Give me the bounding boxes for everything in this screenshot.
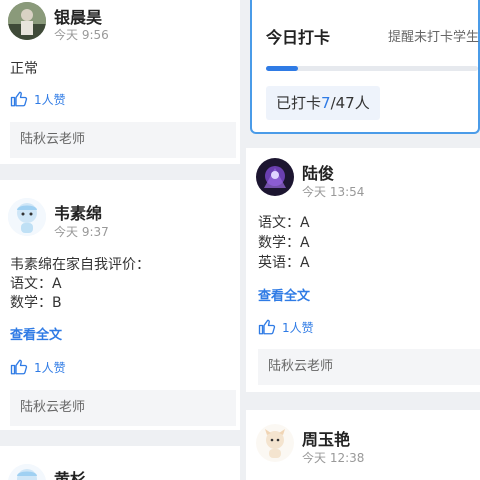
post-text-line: 数学：B [10, 295, 62, 311]
post-card: 银晨昊 今天 9:56 正常 1人赞 陆秋云老师 [0, 0, 240, 164]
reviewer-comment[interactable]: 陆秋云老师 [10, 122, 236, 158]
avatar[interactable] [8, 2, 46, 40]
post-time: 今天 9:56 [54, 28, 109, 42]
view-full-text-link[interactable]: 查看全文 [258, 285, 310, 304]
like-button[interactable]: 1人赞 [258, 318, 314, 336]
post-card: 周玉艳 今天 12:38 [246, 410, 480, 480]
thumbs-up-icon [258, 319, 276, 335]
checked-prefix: 已打卡 [276, 94, 322, 112]
post-text-line: 韦素绵在家自我评价： [10, 257, 150, 273]
checkin-panel: 今日打卡 提醒未打卡学生 已打卡7/47人 [250, 0, 480, 134]
reviewer-comment[interactable]: 陆秋云老师 [258, 349, 480, 385]
feed-right-column: 今日打卡 提醒未打卡学生 已打卡7/47人 陆俊 今天 13:54 语文：A 数… [246, 0, 480, 480]
post-author-name[interactable]: 黄杉 [54, 466, 86, 480]
like-count: 1人赞 [34, 360, 66, 375]
post-author-name[interactable]: 韦素绵 [54, 200, 102, 224]
reviewer-comment[interactable]: 陆秋云老师 [10, 390, 236, 426]
view-full-text-link[interactable]: 查看全文 [10, 324, 62, 343]
avatar[interactable] [256, 158, 294, 196]
post-time: 今天 9:37 [54, 225, 109, 239]
thumbs-up-icon [10, 359, 28, 375]
avatar[interactable] [8, 464, 46, 480]
feed-left-column: 银晨昊 今天 9:56 正常 1人赞 陆秋云老师 韦素绵 今天 9:37 韦素绵… [0, 0, 240, 480]
post-author-name[interactable]: 周玉艳 [302, 426, 350, 450]
thumbs-up-icon [10, 91, 28, 107]
post-card: 韦素绵 今天 9:37 韦素绵在家自我评价： 语文：A 数学：B 查看全文 1人… [0, 180, 240, 430]
post-author-name[interactable]: 银晨昊 [54, 4, 102, 28]
post-time: 今天 13:54 [302, 185, 365, 199]
post-time: 今天 12:38 [302, 451, 365, 465]
post-text-line: 数学：A [258, 235, 310, 251]
post-text: 正常 [10, 61, 38, 77]
checked-total: /47人 [330, 94, 370, 112]
like-count: 1人赞 [34, 92, 66, 107]
post-author-name[interactable]: 陆俊 [302, 160, 334, 184]
like-button[interactable]: 1人赞 [10, 90, 66, 108]
checkin-title: 今日打卡 [266, 28, 331, 47]
post-card: 黄杉 [0, 446, 240, 480]
checkin-progress-fill [266, 66, 298, 71]
avatar[interactable] [256, 424, 294, 462]
remind-unchecked-button[interactable]: 提醒未打卡学生 [388, 26, 479, 45]
like-button[interactable]: 1人赞 [10, 358, 66, 376]
post-text-line: 语文：A [10, 276, 62, 292]
avatar[interactable] [8, 198, 46, 236]
checked-number: 7 [321, 94, 331, 112]
post-text-line: 语文：A [258, 215, 310, 231]
like-count: 1人赞 [282, 320, 314, 335]
checkin-progress-bar [266, 66, 478, 71]
checked-count: 已打卡7/47人 [266, 86, 380, 120]
post-card: 陆俊 今天 13:54 语文：A 数学：A 英语：A 查看全文 1人赞 陆秋云老… [246, 148, 480, 392]
post-text-line: 英语：A [258, 255, 310, 271]
